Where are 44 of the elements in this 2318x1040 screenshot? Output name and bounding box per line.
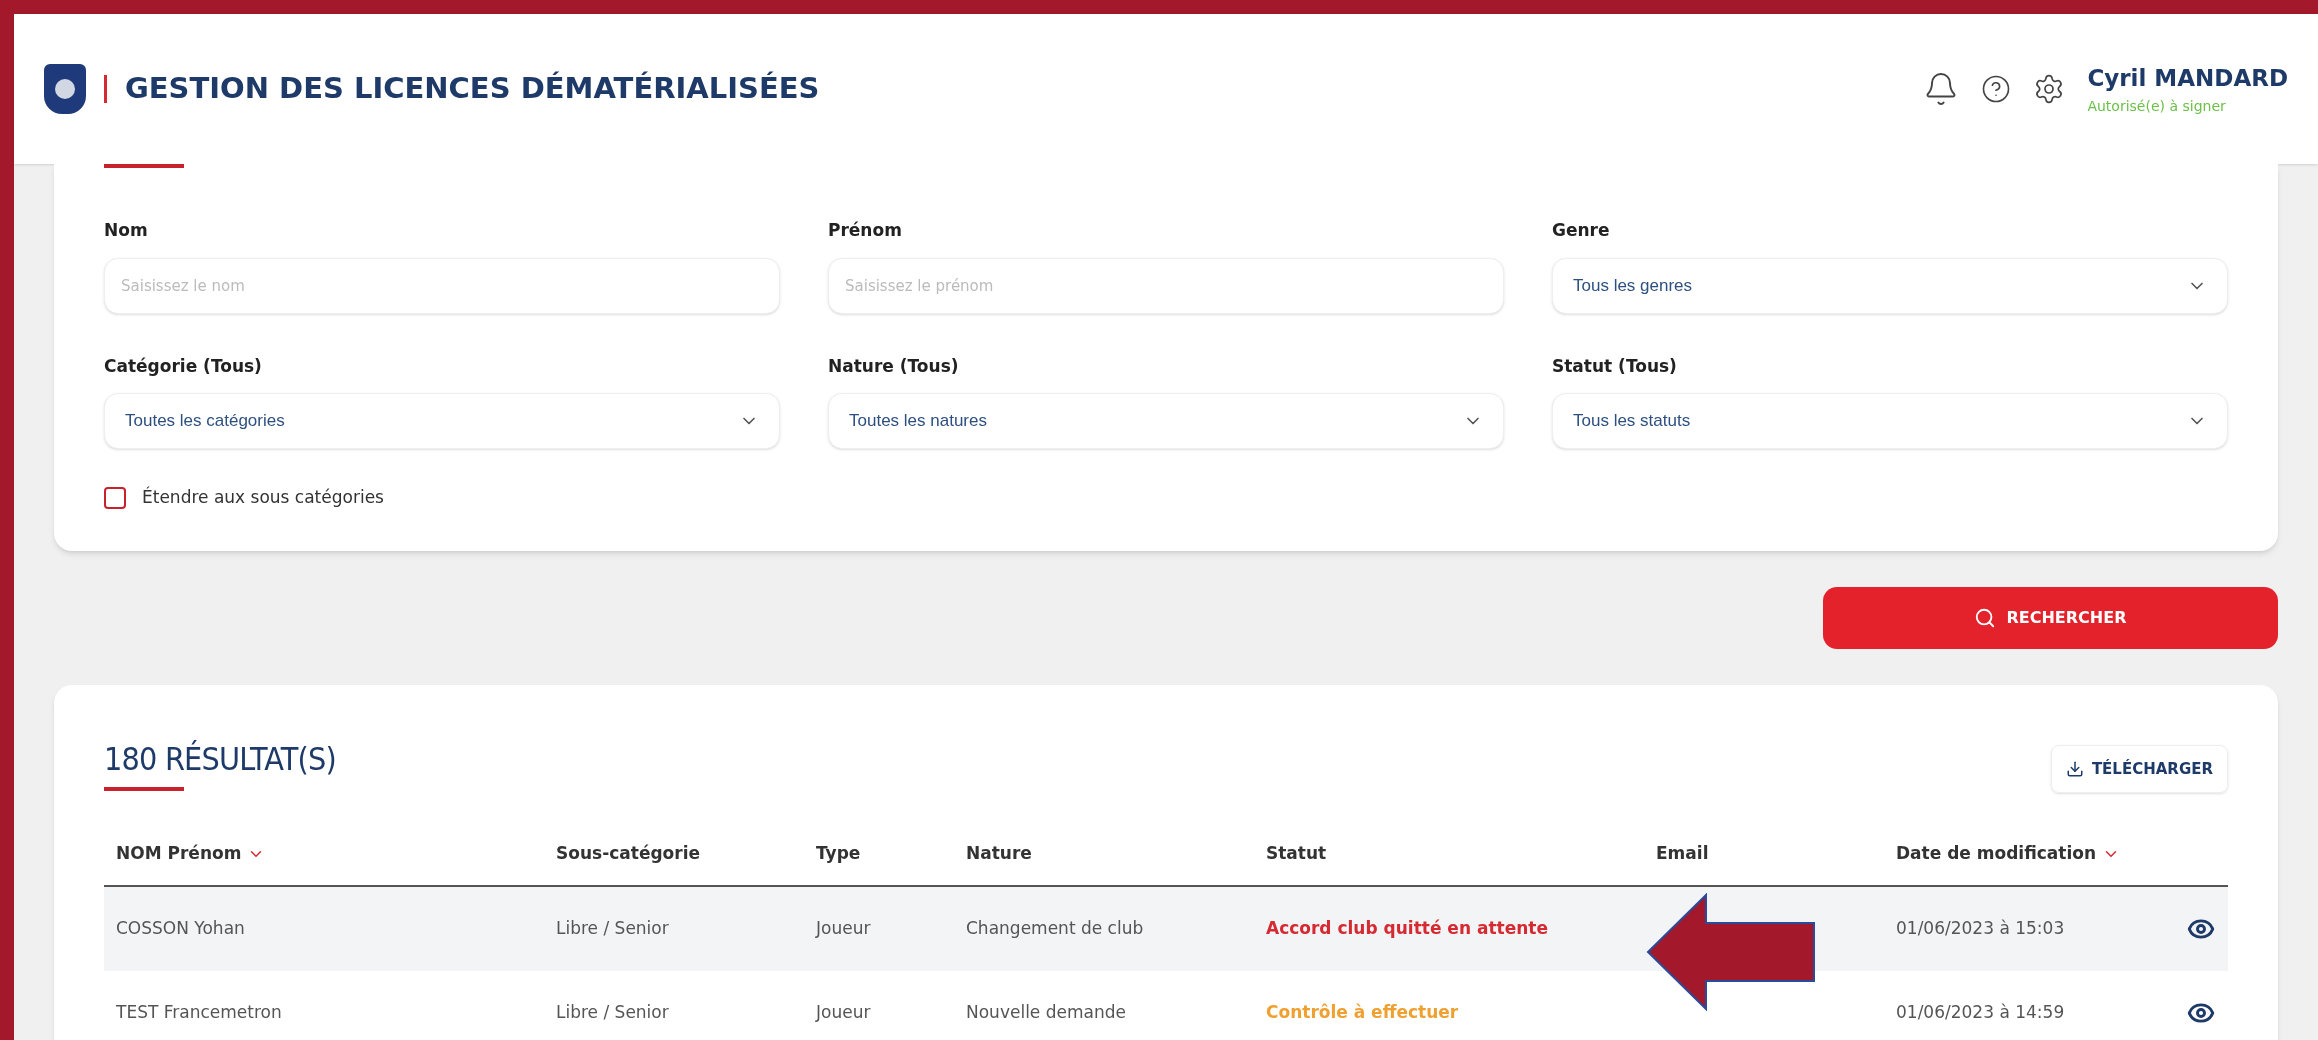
app-title: GESTION DES LICENCES DÉMATÉRIALISÉES: [125, 70, 820, 108]
search-button[interactable]: RECHERCHER: [1823, 586, 2278, 649]
table-cell-text: Changement de club: [966, 917, 1145, 941]
column-header: Sous-catégorie: [556, 842, 700, 866]
table-cell-text: Joueur: [816, 917, 872, 941]
field-label: Statut (Tous): [1552, 354, 1678, 378]
table-cell-text: 01/06/2023 à 15:03: [1896, 917, 2066, 941]
column-header: Type: [816, 842, 861, 866]
field-label: Nature (Tous): [828, 354, 960, 378]
dropdown-field[interactable]: Toutes les catégories: [104, 393, 780, 449]
field-label: Genre: [1552, 219, 1611, 242]
column-header: Statut: [1266, 842, 1327, 866]
table-cell-text: Nouvelle demande: [966, 1001, 1127, 1025]
table-cell-text: Libre / Senior: [556, 1001, 670, 1025]
results-heading: 180 RÉSULTAT(S): [104, 738, 336, 780]
user-role: Autorisé(e) à signer: [2087, 96, 2227, 116]
text-input-field[interactable]: Saisissez le nom: [104, 257, 780, 314]
column-header: Email: [1656, 842, 1709, 866]
field-label: Prénom: [828, 219, 903, 242]
table-cell-text: COSSON Yohan: [116, 917, 246, 941]
column-header: Nature: [966, 842, 1032, 866]
dropdown-field[interactable]: Toutes les natures: [828, 393, 1504, 449]
text-input-field[interactable]: Saisissez le prénom: [828, 257, 1504, 314]
table-cell-text: 01/06/2023 à 14:59: [1896, 1001, 2066, 1025]
federation-logo-icon: [44, 64, 86, 114]
checkbox[interactable]: [104, 486, 126, 509]
user-name[interactable]: Cyril MANDARD: [2087, 61, 2288, 96]
help-icon[interactable]: [1981, 74, 2012, 104]
field-label: Catégorie (Tous): [104, 354, 263, 378]
field-label: Nom: [104, 219, 149, 242]
table-cell-text: TEST Francemetron: [116, 1001, 283, 1025]
download-button[interactable]: TÉLÉCHARGER: [2050, 744, 2228, 793]
search-icon: [1974, 606, 1997, 629]
download-icon: [2065, 759, 2084, 778]
table-cell-text: Libre / Senior: [556, 917, 670, 941]
status-text: Accord club quitté en attente: [1266, 917, 1549, 941]
column-header[interactable]: NOM Prénom: [116, 841, 266, 867]
table-cell-text: Joueur: [816, 1001, 872, 1025]
dropdown-field[interactable]: Tous les statuts: [1552, 393, 2228, 449]
dropdown-field[interactable]: Tous les genres: [1552, 257, 2228, 314]
checkbox-label: Étendre aux sous catégories: [142, 485, 384, 509]
status-text: Contrôle à effectuer: [1266, 1001, 1460, 1025]
column-header[interactable]: Date de modification: [1896, 841, 2121, 867]
table-row[interactable]: COSSON Yohan Libre / Senior Joueur Changement de club Accord club quitté en attente 01/06/2023 à 15:03: [104, 887, 2228, 971]
